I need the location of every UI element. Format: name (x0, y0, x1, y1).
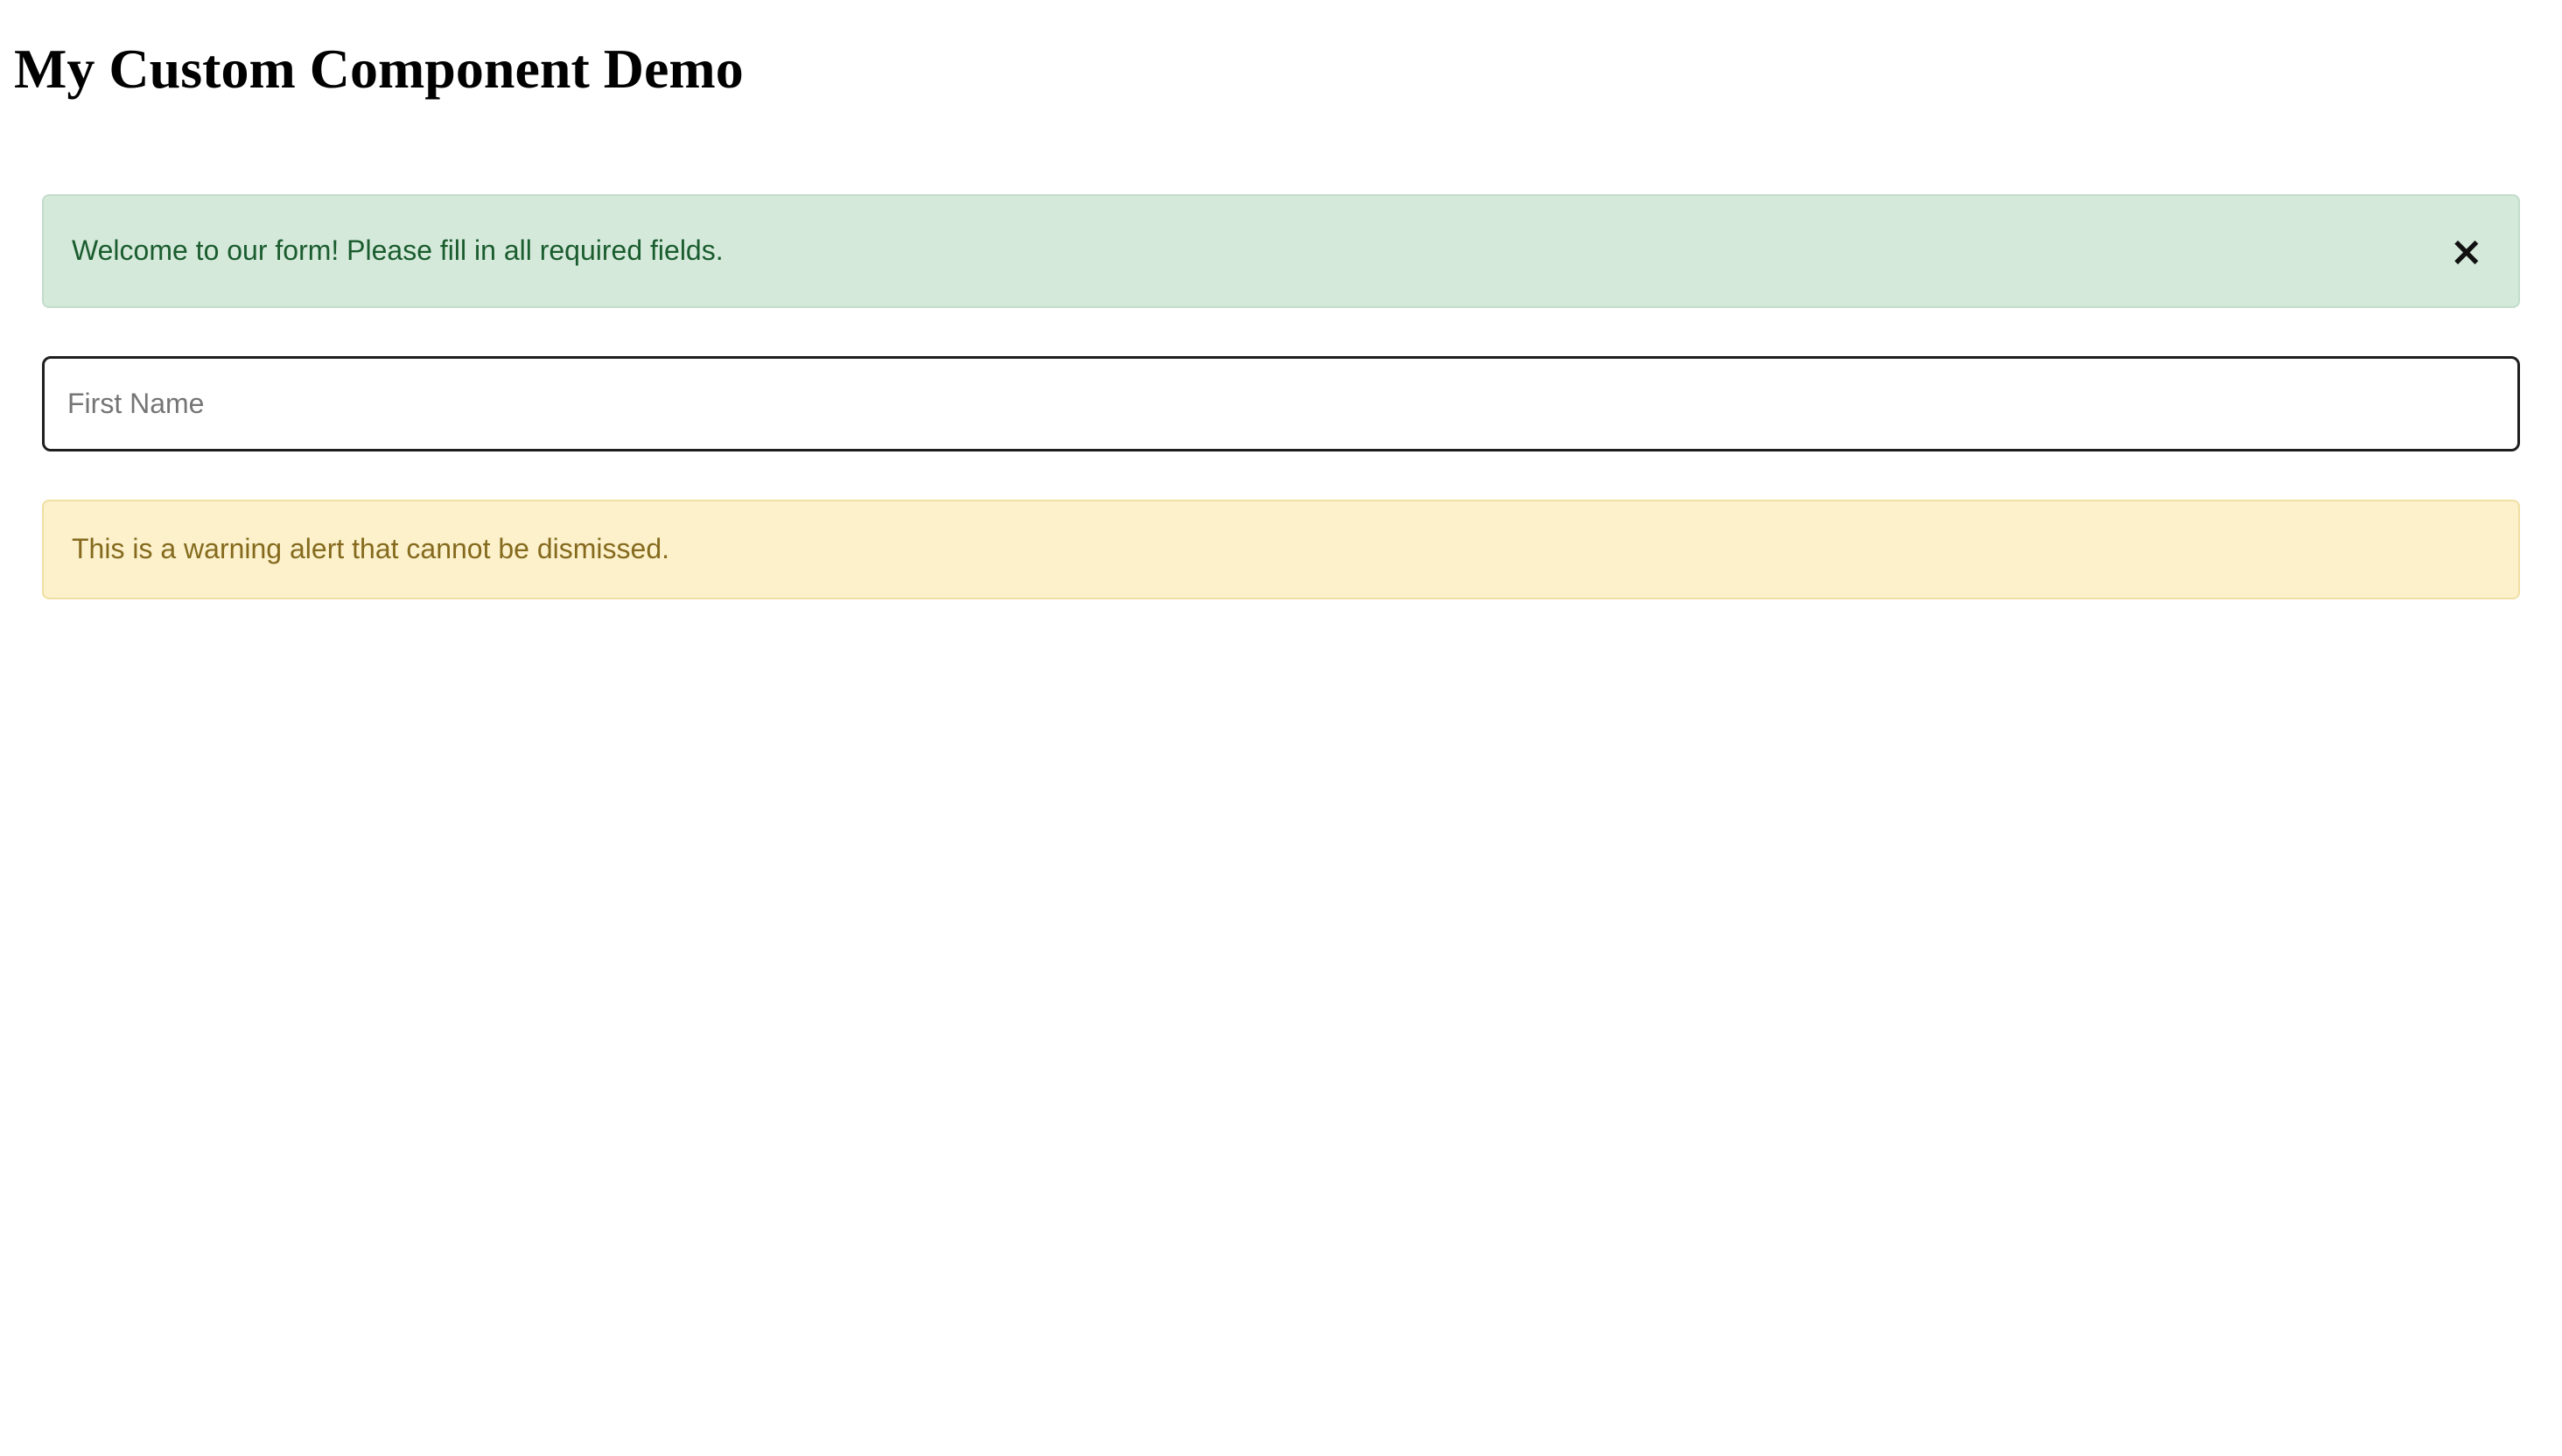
close-button[interactable]: × (2442, 231, 2490, 271)
success-alert-message: Welcome to our form! Please fill in all … (72, 233, 724, 270)
first-name-input[interactable] (42, 356, 2520, 452)
success-alert: Welcome to our form! Please fill in all … (42, 194, 2520, 308)
page-title: My Custom Component Demo (14, 37, 2562, 102)
close-icon: × (2449, 228, 2483, 275)
warning-alert-message: This is a warning alert that cannot be d… (72, 531, 669, 568)
warning-alert: This is a warning alert that cannot be d… (42, 500, 2520, 599)
